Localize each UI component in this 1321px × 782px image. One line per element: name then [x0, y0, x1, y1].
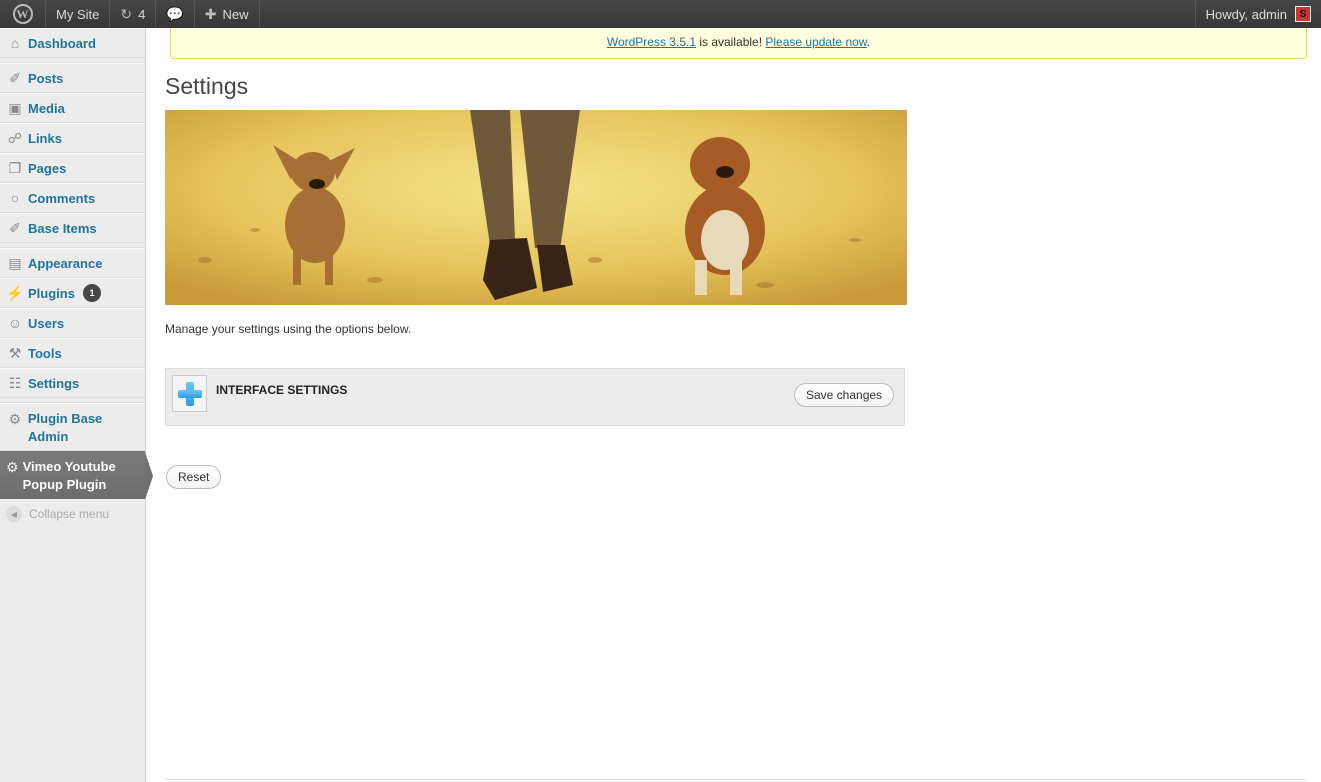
plus-icon: [177, 381, 202, 406]
pushpin-icon: ✐: [9, 219, 21, 236]
sidebar-item-label: Plugin Base Admin: [27, 411, 103, 444]
plus-icon: ✚: [204, 5, 217, 22]
pushpin-icon: ✐: [9, 69, 21, 86]
refresh-icon: ↻: [120, 5, 133, 22]
interface-settings-panel: INTERFACE SETTINGS Save changes: [165, 368, 905, 426]
collapse-menu-label: Collapse menu: [29, 507, 110, 521]
gear-icon: ⚙: [6, 458, 19, 475]
sidebar-item-base-items[interactable]: ✐ Base Items: [0, 213, 145, 243]
sidebar-item-plugin-base-admin[interactable]: ⚙ Plugin Base Admin: [0, 403, 145, 451]
sidebar-item-label: Base Items: [28, 220, 97, 236]
sidebar-item-label: Tools: [28, 345, 62, 361]
sidebar-item-label: Pages: [28, 160, 67, 176]
save-changes-button[interactable]: Save changes: [794, 383, 895, 407]
banner-illustration: [165, 110, 907, 305]
howdy-label: Howdy, admin: [1205, 6, 1287, 22]
sidebar-item-label: Comments: [28, 190, 96, 206]
panel-title: INTERFACE SETTINGS: [216, 383, 348, 397]
appearance-icon: ▤: [8, 254, 22, 271]
sidebar-item-label: Media: [28, 100, 65, 116]
reset-button[interactable]: Reset: [166, 465, 222, 489]
pages-icon: ❐: [8, 159, 22, 176]
header-banner-image: [165, 110, 907, 305]
update-notice: WordPress 3.5.1 is available! Please upd…: [170, 28, 1307, 59]
notice-end: .: [866, 35, 871, 49]
media-icon: ▣: [8, 99, 22, 116]
sidebar-item-pages[interactable]: ❐ Pages: [0, 153, 145, 183]
sidebar-item-dashboard[interactable]: ⌂ Dashboard: [0, 28, 145, 58]
sidebar-item-comments[interactable]: ○ Comments: [0, 183, 145, 213]
sidebar-item-label: Vimeo Youtube Popup Plugin: [22, 459, 116, 492]
plugins-update-badge: 1: [82, 284, 101, 302]
admin-bar: W My Site ↻ 4 💬 ✚ New Howdy, admin S: [0, 0, 1321, 28]
sidebar-item-plugins[interactable]: ⚡ Plugins 1: [0, 278, 145, 308]
wordpress-logo-icon: W: [12, 4, 33, 24]
new-content-link[interactable]: ✚ New: [195, 0, 260, 28]
sidebar-item-label: Appearance: [28, 255, 103, 271]
sidebar-item-links[interactable]: ☍ Links: [0, 123, 145, 153]
collapse-menu-button[interactable]: ◀ Collapse menu: [0, 499, 145, 529]
settings-icon: ☷: [8, 374, 22, 391]
sidebar-item-label: Links: [28, 130, 62, 146]
sidebar-item-tools[interactable]: ⚒ Tools: [0, 338, 145, 368]
sidebar-item-posts[interactable]: ✐ Posts: [0, 63, 145, 93]
wordpress-logo-button[interactable]: W: [0, 0, 46, 28]
link-icon: ☍: [7, 129, 23, 146]
avatar: S: [1295, 6, 1311, 22]
updates-count: 4: [138, 6, 146, 22]
notice-text: is available!: [696, 35, 766, 49]
expand-panel-button[interactable]: [172, 375, 207, 412]
sidebar-item-label: Dashboard: [28, 35, 96, 51]
collapse-arrow-icon: ◀: [6, 506, 22, 522]
users-icon: ☺: [7, 315, 23, 331]
sidebar-item-label: Settings: [28, 375, 80, 391]
sidebar-item-users[interactable]: ☺ Users: [0, 308, 145, 338]
house-icon: ⌂: [10, 35, 20, 51]
sidebar-item-label: Plugins: [28, 285, 75, 301]
sidebar-item-settings[interactable]: ☷ Settings: [0, 368, 145, 398]
comment-bubble-icon: 💬: [166, 5, 184, 22]
gear-icon: ⚙: [8, 410, 22, 427]
plugin-icon: ⚡: [6, 284, 24, 301]
sidebar-item-media[interactable]: ▣ Media: [0, 93, 145, 123]
new-label: New: [222, 6, 249, 22]
sidebar-item-vimeo-youtube-popup-plugin[interactable]: ⚙ Vimeo Youtube Popup Plugin: [0, 451, 153, 500]
site-name-link[interactable]: My Site: [46, 0, 111, 28]
footer-divider: [165, 779, 1306, 780]
sidebar-item-label: Users: [28, 315, 65, 331]
account-menu[interactable]: Howdy, admin S: [1194, 0, 1321, 28]
update-now-link[interactable]: Please update now: [765, 35, 866, 49]
page-title: Settings: [165, 73, 249, 99]
settings-description: Manage your settings using the options b…: [165, 322, 412, 336]
sidebar-item-label: Posts: [28, 70, 64, 86]
admin-sidebar: ⌂ Dashboard ✐ Posts ▣ Media ☍ Links ❐ Pa…: [0, 28, 153, 782]
comments-link[interactable]: 💬: [156, 0, 195, 28]
comment-icon: ○: [10, 190, 20, 206]
tools-icon: ⚒: [8, 344, 22, 361]
updates-link[interactable]: ↻ 4: [110, 0, 157, 28]
sidebar-item-appearance[interactable]: ▤ Appearance: [0, 248, 145, 278]
site-name-label: My Site: [56, 6, 100, 22]
wordpress-version-link[interactable]: WordPress 3.5.1: [607, 35, 696, 49]
